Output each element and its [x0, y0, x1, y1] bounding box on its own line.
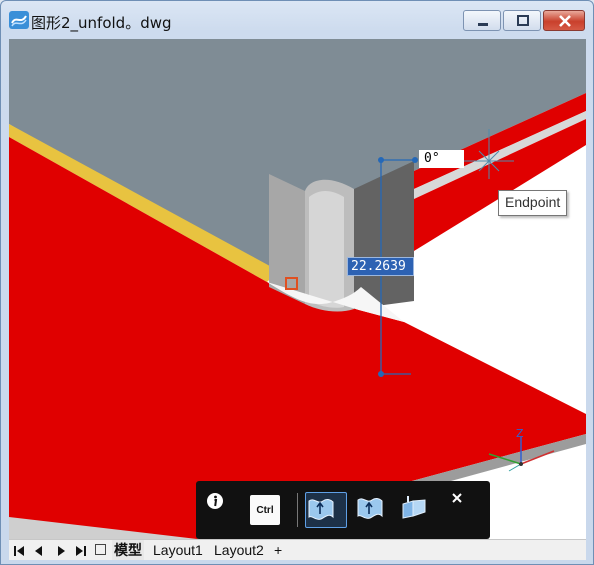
bend-relief-icon [402, 496, 426, 519]
close-window-button[interactable] [543, 10, 585, 31]
ctrl-key-button[interactable]: Ctrl [247, 492, 283, 528]
title-bar[interactable]: 图形2_unfold。dwg [1, 1, 594, 39]
close-window-icon [559, 15, 571, 27]
bend-relief-button[interactable] [399, 492, 435, 528]
close-icon [452, 493, 462, 503]
flange-up-icon [308, 498, 334, 520]
layout-tab-bar: 模型 Layout1 Layout2 + [9, 539, 586, 560]
info-button[interactable] [206, 492, 242, 528]
app-logo-icon [9, 11, 29, 29]
dimension-grip-bottom[interactable] [378, 371, 384, 377]
last-tab-icon[interactable] [73, 543, 89, 559]
tab-layout2[interactable]: Layout2 [212, 540, 266, 560]
window-title: 图形2_unfold。dwg [31, 14, 172, 32]
dimension-grip-top-left[interactable] [378, 157, 384, 163]
info-icon [207, 493, 223, 509]
drawing-window: 图形2_unfold。dwg Z 0° 22.2639 Endpoint Ctr… [0, 0, 594, 565]
first-tab-icon[interactable] [11, 543, 27, 559]
ucs-z-label: Z [516, 427, 524, 440]
flange-down-button[interactable] [355, 492, 391, 528]
model-canvas[interactable]: Z [9, 39, 586, 539]
snap-tooltip: Endpoint [498, 190, 568, 216]
next-tab-icon[interactable] [53, 543, 69, 559]
drawing-viewport[interactable]: Z 0° 22.2639 Endpoint Ctrl [9, 39, 586, 539]
tab-layout1[interactable]: Layout1 [151, 540, 205, 560]
length-input[interactable]: 22.2639 [347, 257, 414, 276]
toolbar-separator [297, 493, 298, 527]
quad-toolbar: Ctrl [196, 481, 490, 539]
dimension-grip-top-right[interactable] [412, 157, 418, 163]
layout-list-icon[interactable] [95, 544, 106, 555]
tab-model[interactable]: 模型 [112, 540, 144, 560]
minimize-icon [478, 23, 488, 26]
ctrl-key-label: Ctrl [250, 495, 280, 525]
bend-curve-highlight [309, 191, 344, 308]
add-layout-tab[interactable]: + [272, 540, 284, 560]
flange-up-button[interactable] [305, 492, 347, 528]
flange-down-icon [357, 497, 383, 519]
minimize-button[interactable] [463, 10, 501, 31]
quad-close-button[interactable] [451, 492, 487, 528]
prev-tab-icon[interactable] [31, 543, 47, 559]
restore-button[interactable] [503, 10, 541, 31]
angle-input[interactable]: 0° [419, 150, 464, 168]
restore-icon [517, 15, 529, 26]
